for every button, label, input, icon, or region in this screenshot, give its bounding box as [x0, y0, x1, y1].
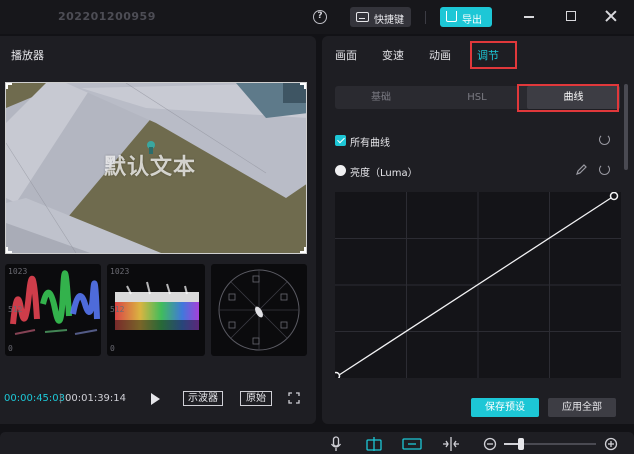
vectorscope	[211, 264, 307, 356]
keyboard-icon	[356, 12, 369, 22]
help-icon[interactable]: ?	[313, 10, 327, 24]
all-curves-checkbox[interactable]	[335, 135, 346, 146]
save-preset-button[interactable]: 保存预设	[471, 398, 539, 417]
maximize-icon[interactable]	[566, 11, 576, 21]
curve-grid	[331, 191, 621, 381]
project-title: 202201200959	[58, 10, 156, 23]
eyedropper-icon[interactable]	[576, 163, 588, 175]
crop-handle[interactable]	[6, 83, 12, 89]
title-bar: 202201200959 ? 快捷键 导出	[0, 0, 634, 34]
scope-label-mid: 512	[8, 305, 23, 314]
scope-label-mid: 512	[110, 305, 125, 314]
title-divider	[425, 11, 426, 24]
scope-label-top: 1023	[8, 267, 28, 276]
apply-all-button[interactable]: 应用全部	[548, 398, 616, 417]
all-curves-label: 所有曲线	[350, 138, 390, 149]
fullscreen-icon[interactable]	[288, 392, 300, 404]
crop-handle[interactable]	[6, 247, 12, 253]
curve-point-black[interactable]	[331, 371, 341, 381]
split-icon[interactable]	[442, 436, 460, 452]
magnet-icon[interactable]	[365, 435, 383, 453]
shortcut-button[interactable]: 快捷键	[350, 7, 411, 27]
current-time: 00:00:45:03	[4, 393, 66, 404]
app-window: 202201200959 ? 快捷键 导出 播放器 默认文本 1023 512 …	[0, 0, 634, 454]
export-button[interactable]: 导出	[440, 7, 492, 27]
scope-label-bottom: 0	[8, 344, 13, 353]
adjust-panel: 画面 变速 动画 调节 基础 HSL 曲线 所有曲线 亮度（Luma） 保存预设…	[322, 36, 634, 424]
highlight-box-subtab	[517, 84, 619, 112]
export-label: 导出	[462, 15, 482, 26]
scope-label-top: 1023	[110, 267, 130, 276]
link-icon[interactable]	[402, 436, 422, 452]
microphone-icon[interactable]	[330, 436, 342, 452]
tab-animation[interactable]: 动画	[429, 47, 451, 63]
tab-speed[interactable]: 变速	[382, 47, 404, 63]
scope-label-bottom: 0	[110, 344, 115, 353]
oscilloscope-button[interactable]: 示波器	[183, 391, 223, 406]
highlight-box-tab	[470, 41, 517, 69]
luma-label: 亮度（Luma）	[350, 168, 418, 179]
subtab-basic[interactable]: 基础	[335, 86, 427, 109]
close-icon[interactable]	[604, 9, 618, 23]
luma-radio[interactable]	[335, 165, 346, 176]
reset-icon[interactable]	[599, 164, 610, 175]
rgb-parade-scope: 1023 512 0	[5, 264, 101, 356]
minimize-icon[interactable]	[524, 16, 534, 18]
overlay-text[interactable]: 默认文本	[104, 149, 196, 181]
subtab-hsl[interactable]: HSL	[431, 86, 523, 109]
vectorscope-graph	[218, 269, 300, 351]
zoom-in-icon[interactable]	[604, 437, 618, 451]
shortcut-label: 快捷键	[374, 15, 404, 26]
bottom-toolbar	[0, 432, 634, 454]
play-icon[interactable]	[151, 393, 160, 405]
player-panel: 播放器 默认文本 1023 512 0 1023 512 0 00:00:45:…	[0, 36, 316, 424]
total-time: 00:01:39:14	[65, 393, 127, 404]
curve-point-white[interactable]	[609, 191, 619, 201]
curve-editor[interactable]	[331, 191, 621, 381]
scrollbar[interactable]	[624, 84, 628, 170]
waveform-scope: 1023 512 0	[107, 264, 205, 356]
crop-handle[interactable]	[300, 83, 306, 89]
zoom-out-icon[interactable]	[483, 437, 497, 451]
player-title: 播放器	[11, 49, 44, 62]
original-button[interactable]: 原始	[240, 391, 272, 406]
zoom-slider-handle[interactable]	[518, 438, 524, 450]
reset-icon[interactable]	[599, 134, 610, 145]
time-separator: |	[59, 393, 63, 404]
export-icon	[446, 11, 457, 22]
crop-handle[interactable]	[300, 247, 306, 253]
video-preview[interactable]: 默认文本	[5, 82, 307, 254]
tab-canvas[interactable]: 画面	[335, 47, 357, 63]
